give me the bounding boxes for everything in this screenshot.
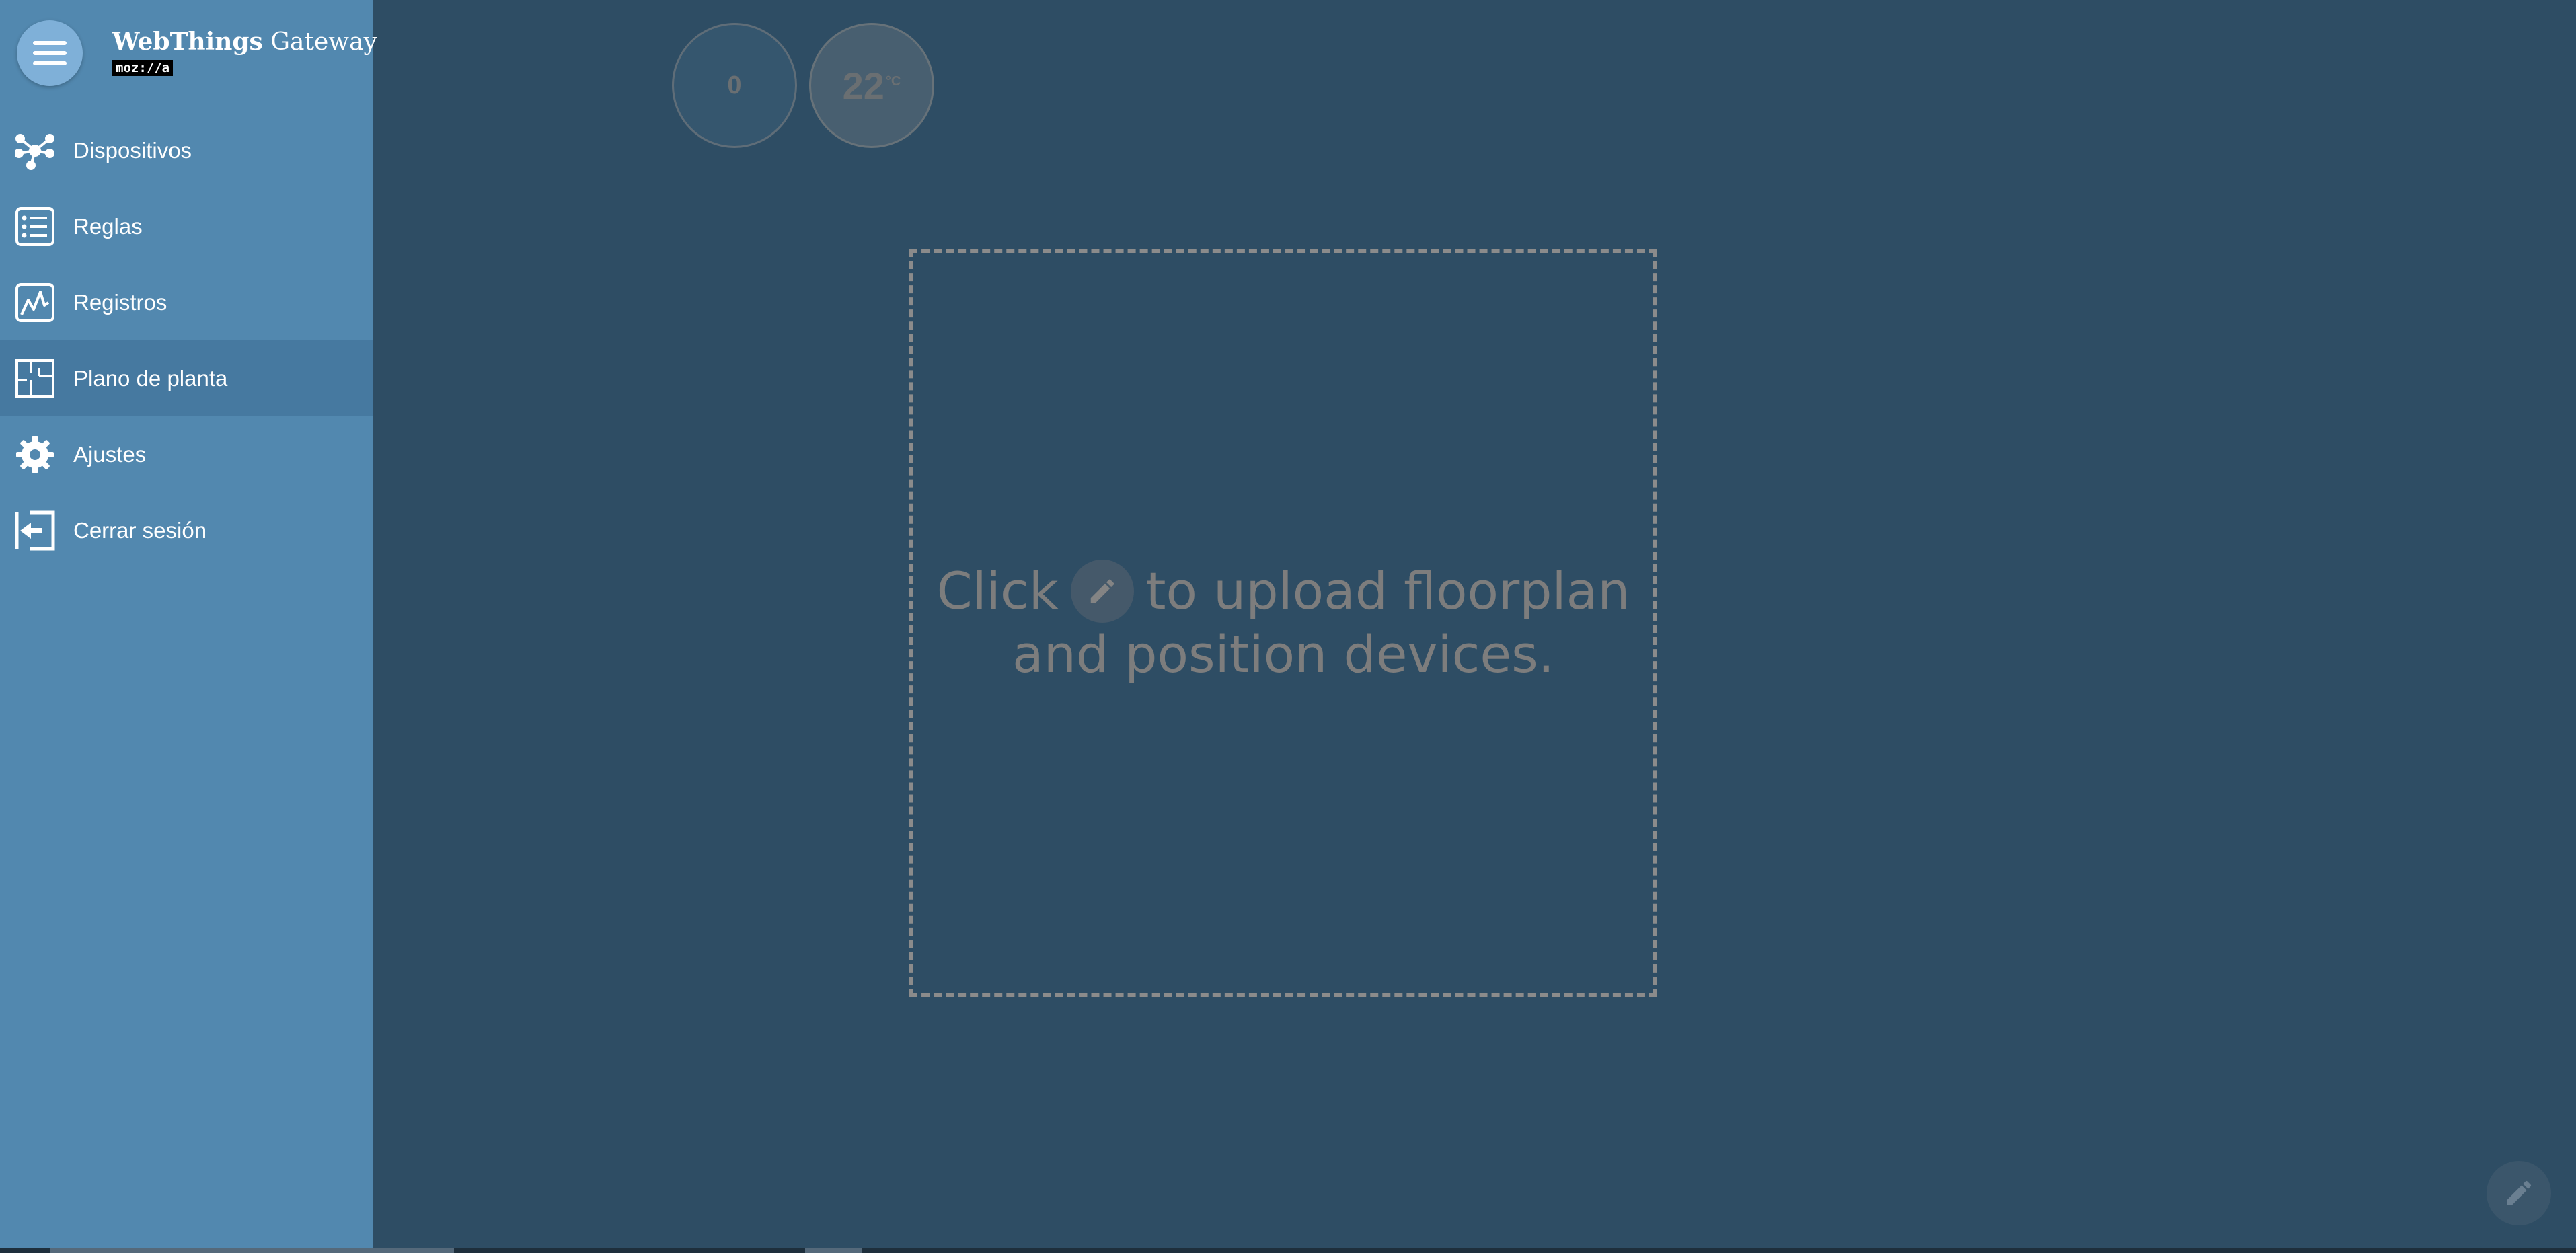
sidebar-item-label: Cerrar sesión <box>73 517 207 543</box>
thing-unit: °C <box>885 73 901 89</box>
pencil-icon <box>2507 1180 2532 1205</box>
sidebar-item-floorplan[interactable]: Plano de planta <box>0 340 373 416</box>
floorplan-icon <box>15 358 54 398</box>
sidebar-item-label: Ajustes <box>73 441 147 467</box>
sidebar: WebThings Gateway moz://a Dispositivos R… <box>0 0 377 1253</box>
bottom-bar-segment <box>805 1248 862 1253</box>
app-root: WebThings Gateway moz://a Dispositivos R… <box>0 0 2576 1253</box>
floorplan-hint: Click to upload floorplan and position d… <box>913 253 1653 993</box>
sidebar-item-label: Registros <box>73 289 167 315</box>
brand-title: WebThings Gateway <box>112 28 377 56</box>
hint-text-line2: and position devices. <box>1012 624 1554 684</box>
devices-icon <box>15 133 54 170</box>
edit-floorplan-button[interactable] <box>2487 1161 2551 1225</box>
sidebar-nav: Dispositivos Reglas Registros Plano de p… <box>0 112 373 568</box>
sidebar-item-logout[interactable]: Cerrar sesión <box>0 492 373 568</box>
logout-icon <box>15 510 55 550</box>
bottom-bar-segment <box>50 1248 454 1253</box>
thing-value: 22 <box>842 64 884 107</box>
sidebar-item-rules[interactable]: Reglas <box>0 188 373 264</box>
sidebar-item-label: Plano de planta <box>73 365 228 391</box>
gear-icon <box>16 435 54 473</box>
sidebar-item-logs[interactable]: Registros <box>0 264 373 340</box>
hint-text-before: Click <box>936 561 1059 621</box>
hint-text-after: to upload floorplan <box>1145 561 1630 621</box>
rules-icon <box>15 206 54 246</box>
menu-button[interactable] <box>17 20 83 86</box>
mozilla-badge: moz://a <box>112 60 174 76</box>
sidebar-item-label: Reglas <box>73 213 143 239</box>
thing-value: 0 <box>727 71 742 100</box>
hamburger-icon <box>33 41 67 65</box>
pencil-icon <box>1070 560 1134 623</box>
thing-temperature-sensor[interactable]: 22 °C <box>809 23 934 148</box>
sidebar-item-devices[interactable]: Dispositivos <box>0 112 373 188</box>
sidebar-item-settings[interactable]: Ajustes <box>0 416 373 492</box>
thing-binary-sensor[interactable]: 0 <box>672 23 797 148</box>
logs-icon <box>15 282 54 322</box>
brand: WebThings Gateway moz://a <box>112 27 377 76</box>
sidebar-item-label: Dispositivos <box>73 137 192 163</box>
floorplan-area[interactable]: Click to upload floorplan and position d… <box>909 249 1657 997</box>
